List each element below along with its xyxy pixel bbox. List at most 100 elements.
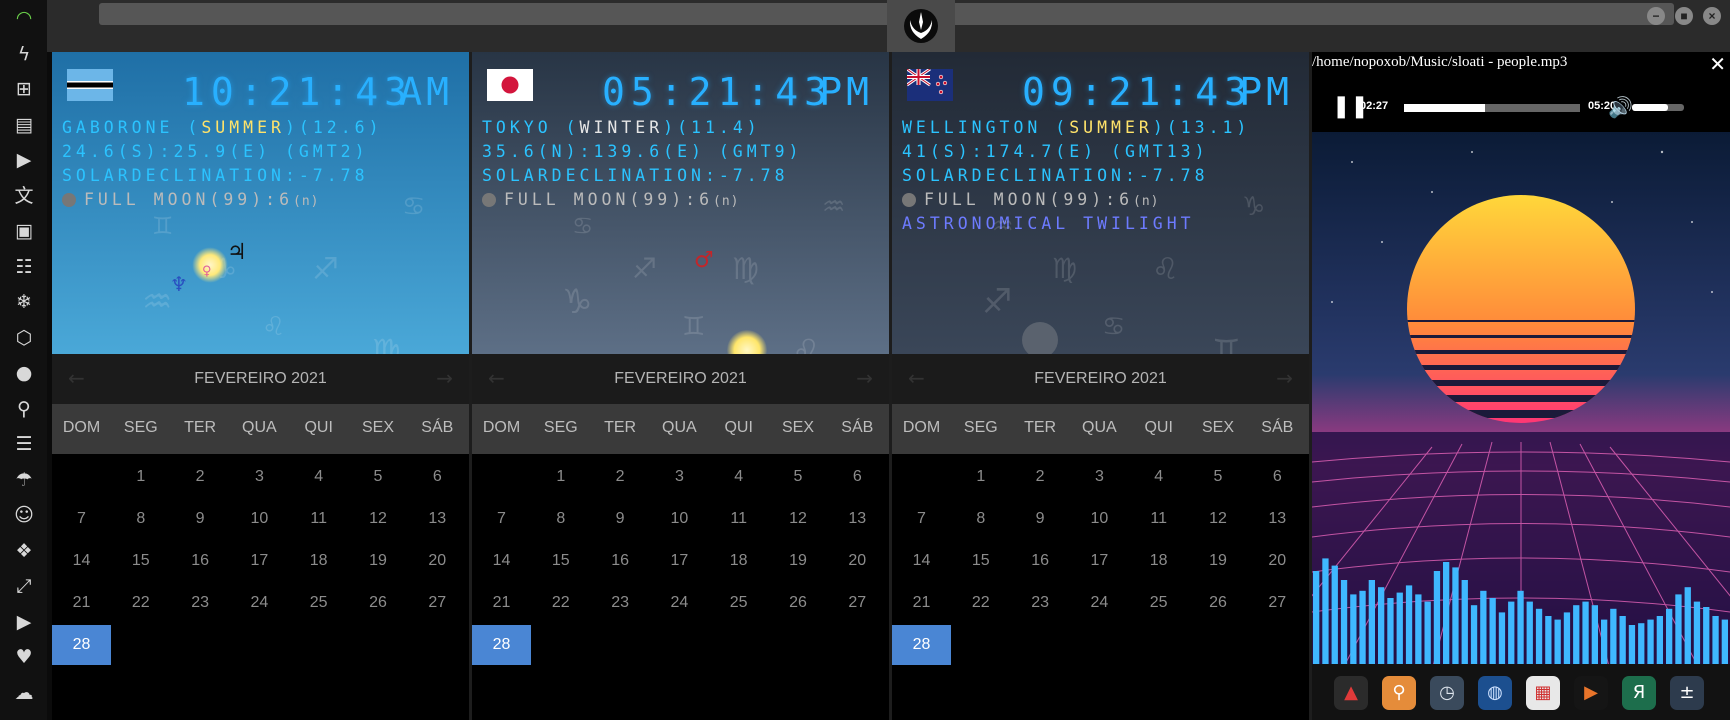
- calendar-day[interactable]: 23: [1011, 583, 1070, 623]
- calendar-day[interactable]: 19: [769, 541, 828, 581]
- archive-icon[interactable]: ▤: [12, 113, 36, 137]
- calendar-day[interactable]: 7: [892, 499, 951, 539]
- calendar-day[interactable]: 27: [828, 583, 887, 623]
- calendar-day[interactable]: 9: [1011, 499, 1070, 539]
- calendar-day[interactable]: 24: [230, 583, 289, 623]
- anydesk-icon[interactable]: ▲: [1334, 676, 1368, 710]
- calendar-day[interactable]: 28: [892, 625, 951, 665]
- calendar-day[interactable]: 24: [650, 583, 709, 623]
- calendar-day[interactable]: 5: [769, 457, 828, 497]
- clock-app-icon[interactable]: ◷: [1430, 676, 1464, 710]
- calendar-day[interactable]: 22: [111, 583, 170, 623]
- calendar-day[interactable]: 1: [531, 457, 590, 497]
- calendar-day[interactable]: 28: [52, 625, 111, 665]
- calendar-day[interactable]: 1: [951, 457, 1010, 497]
- calendar-day[interactable]: 16: [171, 541, 230, 581]
- calendar-day[interactable]: 19: [1189, 541, 1248, 581]
- umbrella-icon[interactable]: ☂: [12, 468, 36, 492]
- calendar-day[interactable]: 6: [828, 457, 887, 497]
- calendar-day[interactable]: 10: [1070, 499, 1129, 539]
- play-circle-icon[interactable]: ▶: [12, 148, 36, 172]
- calendar-day[interactable]: 18: [289, 541, 348, 581]
- calendar-day[interactable]: 5: [349, 457, 408, 497]
- calendar-day[interactable]: 23: [591, 583, 650, 623]
- calendar-day[interactable]: 16: [1011, 541, 1070, 581]
- calendar-day[interactable]: 26: [349, 583, 408, 623]
- calendar-day[interactable]: 25: [289, 583, 348, 623]
- next-month-icon[interactable]: →: [436, 366, 453, 390]
- calendar-day[interactable]: 27: [1248, 583, 1307, 623]
- calendar-day[interactable]: 6: [1248, 457, 1307, 497]
- calendar-day[interactable]: 17: [1070, 541, 1129, 581]
- calendar-day[interactable]: 2: [1011, 457, 1070, 497]
- calendar-day[interactable]: 2: [171, 457, 230, 497]
- calendar-day[interactable]: 22: [951, 583, 1010, 623]
- calendar-day[interactable]: 14: [892, 541, 951, 581]
- calendar-day[interactable]: 9: [171, 499, 230, 539]
- calendar-day[interactable]: 14: [472, 541, 531, 581]
- calendar-day[interactable]: 27: [408, 583, 467, 623]
- calendar-app-icon[interactable]: ▦: [1526, 676, 1560, 710]
- calendar-day[interactable]: 13: [828, 499, 887, 539]
- contacts-icon[interactable]: ☺: [12, 503, 36, 527]
- calendar-day[interactable]: 12: [769, 499, 828, 539]
- calendar-day[interactable]: 7: [472, 499, 531, 539]
- calendar-day[interactable]: 20: [1248, 541, 1307, 581]
- calendar-day[interactable]: 17: [230, 541, 289, 581]
- calendar-day[interactable]: 3: [1070, 457, 1129, 497]
- calendar-day[interactable]: 26: [769, 583, 828, 623]
- calendar-day[interactable]: 20: [828, 541, 887, 581]
- calendar-day[interactable]: 2: [591, 457, 650, 497]
- globe-icon[interactable]: ●: [12, 361, 36, 385]
- calendar-day[interactable]: 11: [289, 499, 348, 539]
- calendar-day[interactable]: 24: [1070, 583, 1129, 623]
- youtube-icon[interactable]: ▶: [12, 610, 36, 634]
- calendar-day[interactable]: 7: [52, 499, 111, 539]
- hexagon-icon[interactable]: ⬡: [12, 326, 36, 350]
- maximize-button[interactable]: ■: [1675, 7, 1693, 25]
- snowflake-icon[interactable]: ❄: [12, 290, 36, 314]
- calendar-day[interactable]: 5: [1189, 457, 1248, 497]
- image-icon[interactable]: ▣: [12, 219, 36, 243]
- calendar-day[interactable]: 14: [52, 541, 111, 581]
- lightning-icon[interactable]: ϟ: [12, 42, 36, 66]
- calendar-day[interactable]: 11: [709, 499, 768, 539]
- volume-icon[interactable]: 🔊: [1608, 95, 1633, 119]
- news-icon[interactable]: ☷: [12, 255, 36, 279]
- seek-bar[interactable]: [1404, 104, 1580, 112]
- calendar-day[interactable]: 23: [171, 583, 230, 623]
- calendar-day[interactable]: 10: [650, 499, 709, 539]
- calendar-day[interactable]: 8: [111, 499, 170, 539]
- calendar-day[interactable]: 4: [289, 457, 348, 497]
- calendar-day[interactable]: 28: [472, 625, 531, 665]
- cloud-icon[interactable]: ☁: [12, 681, 36, 705]
- fullscreen-icon[interactable]: ⤢: [12, 574, 36, 598]
- map-icon[interactable]: ☰: [12, 432, 36, 456]
- calculator-icon[interactable]: ±: [1670, 676, 1704, 710]
- calendar-day[interactable]: 18: [709, 541, 768, 581]
- calendar-day[interactable]: 19: [349, 541, 408, 581]
- calendar-day[interactable]: 15: [951, 541, 1010, 581]
- calendar-day[interactable]: 3: [650, 457, 709, 497]
- calendar-day[interactable]: 8: [531, 499, 590, 539]
- browser-icon[interactable]: ◍: [1478, 676, 1512, 710]
- yandex-icon[interactable]: Я: [1622, 676, 1656, 710]
- search-icon[interactable]: ⚲: [12, 397, 36, 421]
- calendar-day[interactable]: 17: [650, 541, 709, 581]
- calendar-day[interactable]: 21: [472, 583, 531, 623]
- calendar-day[interactable]: 25: [1129, 583, 1188, 623]
- next-month-icon[interactable]: →: [1276, 366, 1293, 390]
- code-icon[interactable]: ❖: [12, 539, 36, 563]
- calendar-day[interactable]: 26: [1189, 583, 1248, 623]
- volume-slider[interactable]: [1632, 104, 1684, 111]
- calendar-day[interactable]: 12: [349, 499, 408, 539]
- calendar-day[interactable]: 13: [408, 499, 467, 539]
- heart-icon[interactable]: ♥: [12, 645, 36, 669]
- calendar-day[interactable]: 6: [408, 457, 467, 497]
- windows-icon[interactable]: ⊞: [12, 77, 36, 101]
- calendar-day[interactable]: 10: [230, 499, 289, 539]
- calendar-day[interactable]: 22: [531, 583, 590, 623]
- minimize-button[interactable]: −: [1647, 7, 1665, 25]
- calendar-day[interactable]: 9: [591, 499, 650, 539]
- calendar-day[interactable]: 15: [111, 541, 170, 581]
